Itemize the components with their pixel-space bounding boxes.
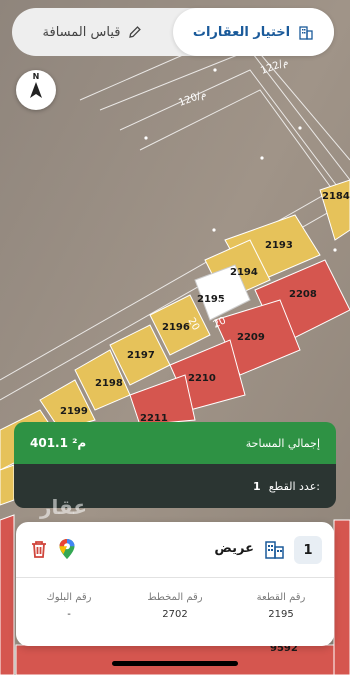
watermark-logo: عقار bbox=[40, 495, 88, 519]
plot-label-2198: 2198 bbox=[95, 378, 123, 389]
field-value: - bbox=[67, 609, 71, 620]
plot-type: عريض bbox=[214, 541, 254, 556]
building-icon bbox=[298, 24, 314, 40]
tab-measure-distance[interactable]: قياس المسافة bbox=[12, 8, 173, 56]
plot-label-2197: 2197 bbox=[127, 350, 155, 361]
compass-button[interactable]: N bbox=[16, 70, 56, 110]
north-label: N bbox=[32, 72, 40, 81]
tab-select-properties[interactable]: اختيار العقارات bbox=[173, 8, 334, 56]
plot-index-badge: 1 bbox=[294, 536, 322, 564]
field-scheme-number: رقم المخطط 2702 bbox=[130, 592, 220, 620]
plot-label-2196: 2196 bbox=[162, 322, 190, 333]
plot-label-2184: 2184 bbox=[322, 191, 350, 202]
pencil-icon bbox=[128, 25, 142, 39]
trash-icon[interactable] bbox=[30, 539, 48, 563]
plot-label-2194: 2194 bbox=[230, 267, 258, 278]
select-properties-label: اختيار العقارات bbox=[192, 24, 291, 40]
google-maps-icon[interactable] bbox=[58, 538, 76, 564]
plot-label-2199: 2199 bbox=[60, 406, 88, 417]
field-plot-number: رقم القطعة 2195 bbox=[236, 592, 326, 620]
mode-toggle: قياس المسافة اختيار العقارات bbox=[12, 8, 334, 56]
plot-count-value: 1 bbox=[253, 479, 261, 493]
plot-detail-card[interactable]: عريض 1 رقم القطعة 2195 رقم المخطط 2702 ر… bbox=[16, 522, 334, 646]
field-label: رقم البلوك bbox=[46, 592, 92, 603]
field-block-number: رقم البلوك - bbox=[24, 592, 114, 620]
field-label: رقم المخطط bbox=[147, 592, 203, 603]
total-area-label: إجمالي المساحة bbox=[245, 436, 320, 450]
plot-label-2193: 2193 bbox=[265, 240, 293, 251]
field-value: 2195 bbox=[268, 609, 294, 620]
plot-count-label: عدد القطع: bbox=[268, 479, 320, 493]
building-icon bbox=[264, 539, 286, 563]
field-value: 2702 bbox=[162, 609, 188, 620]
plot-label-2209: 2209 bbox=[237, 332, 265, 343]
home-indicator[interactable] bbox=[112, 661, 238, 666]
measure-distance-label: قياس المسافة bbox=[42, 24, 121, 40]
total-area-value: 401.1 م² bbox=[30, 436, 87, 450]
plot-label-2210: 2210 bbox=[188, 373, 216, 384]
compass-arrow-icon bbox=[30, 82, 42, 98]
field-label: رقم القطعة bbox=[256, 592, 306, 603]
plot-label-2208: 2208 bbox=[289, 289, 317, 300]
